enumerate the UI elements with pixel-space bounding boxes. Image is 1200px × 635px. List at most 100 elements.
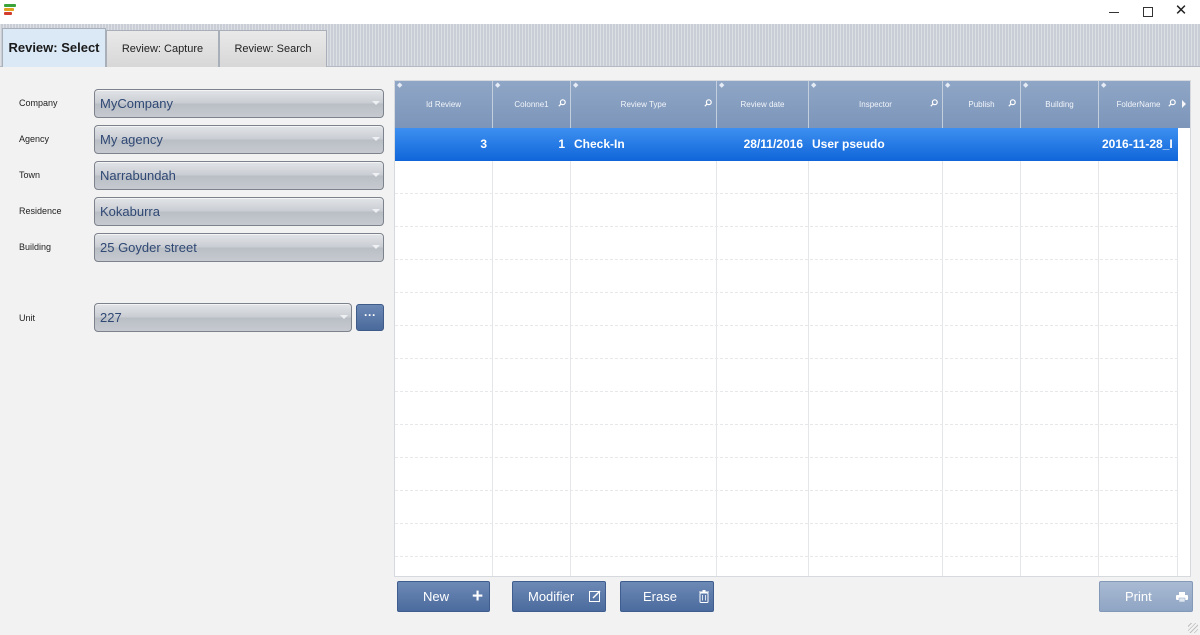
building-value: 25 Goyder street — [100, 240, 197, 255]
close-button[interactable]: ✕ — [1163, 0, 1199, 24]
building-label: Building — [19, 242, 52, 252]
sort-icon: ◆ — [811, 82, 817, 89]
town-select[interactable]: Narrabundah — [94, 161, 384, 190]
building-select[interactable]: 25 Goyder street — [94, 233, 384, 262]
minimize-button[interactable] — [1096, 0, 1132, 24]
column-header-id-review[interactable]: ◆ Id Review — [395, 81, 493, 128]
resize-grip-icon[interactable] — [1188, 623, 1198, 633]
grid-header: ◆ Id Review ◆ Colonne1 ◆ Review Type ◆ R… — [395, 81, 1190, 128]
close-icon: ✕ — [1174, 2, 1188, 19]
table-row-empty[interactable] — [395, 194, 1178, 227]
search-icon[interactable] — [930, 99, 938, 107]
table-row-empty[interactable] — [395, 392, 1178, 425]
minimize-icon — [1109, 11, 1119, 13]
company-select[interactable]: MyCompany — [94, 89, 384, 118]
company-value: MyCompany — [100, 96, 173, 111]
town-value: Narrabundah — [100, 168, 176, 183]
sort-icon: ◆ — [1023, 82, 1029, 89]
tab-review-search[interactable]: Review: Search — [219, 30, 327, 67]
tab-review-capture[interactable]: Review: Capture — [106, 30, 219, 67]
title-bar: ✕ — [0, 0, 1200, 24]
table-row-empty[interactable] — [395, 524, 1178, 557]
column-header-label: Publish — [968, 100, 995, 109]
column-header-label: Colonne1 — [514, 100, 549, 109]
search-icon[interactable] — [558, 99, 566, 107]
residence-label: Residence — [19, 206, 62, 216]
column-header-label: FolderName — [1116, 100, 1161, 109]
maximize-button[interactable] — [1130, 0, 1166, 24]
table-row[interactable]: 3 1 Check-In 28/11/2016 User pseudo 2016… — [395, 128, 1178, 161]
table-row-empty[interactable] — [395, 260, 1178, 293]
cell-review-date: 28/11/2016 — [743, 137, 803, 151]
print-button[interactable]: Print — [1099, 581, 1193, 612]
sort-icon: ◆ — [495, 82, 501, 89]
sort-icon: ◆ — [573, 82, 579, 89]
column-header-label: Inspector — [859, 100, 892, 109]
residence-select[interactable]: Kokaburra — [94, 197, 384, 226]
column-header-publish[interactable]: ◆ Publish — [943, 81, 1021, 128]
table-row-empty[interactable] — [395, 293, 1178, 326]
print-button-label: Print — [1125, 589, 1152, 604]
new-button[interactable]: New + — [397, 581, 490, 612]
ellipsis-icon: ··· — [364, 308, 376, 322]
column-header-foldername[interactable]: ◆ FolderName — [1099, 81, 1190, 128]
chevron-down-icon — [340, 315, 348, 319]
sort-icon: ◆ — [397, 82, 403, 89]
edit-icon — [589, 590, 601, 602]
search-icon[interactable] — [1168, 99, 1176, 107]
printer-icon — [1176, 592, 1188, 602]
app-logo-icon — [4, 4, 18, 18]
tab-review-select[interactable]: Review: Select — [2, 28, 106, 67]
column-header-label: Review Type — [620, 100, 667, 109]
table-row-empty[interactable] — [395, 326, 1178, 359]
tab-strip: Review: Select Review: Capture Review: S… — [0, 24, 1200, 67]
plus-icon: + — [472, 586, 484, 607]
chevron-down-icon — [372, 137, 380, 141]
table-row-empty[interactable] — [395, 359, 1178, 392]
table-row-empty[interactable] — [395, 227, 1178, 260]
table-row-empty[interactable] — [395, 161, 1178, 194]
chevron-down-icon — [372, 101, 380, 105]
erase-button[interactable]: Erase — [620, 581, 714, 612]
cell-inspector: User pseudo — [812, 137, 885, 151]
column-header-colonne1[interactable]: ◆ Colonne1 — [493, 81, 571, 128]
modifier-button[interactable]: Modifier — [512, 581, 606, 612]
trash-icon — [699, 590, 709, 603]
cell-publish — [943, 128, 1020, 161]
column-header-building[interactable]: ◆ Building — [1021, 81, 1099, 128]
chevron-down-icon — [372, 173, 380, 177]
table-row-empty[interactable] — [395, 491, 1178, 524]
new-button-label: New — [423, 589, 450, 604]
cell-folder-name: 2016-11-28_I — [1102, 137, 1173, 151]
cell-review-type: Check-In — [574, 137, 625, 151]
column-header-label: Building — [1045, 100, 1074, 109]
column-header-review-date[interactable]: ◆ Review date — [717, 81, 809, 128]
column-header-review-type[interactable]: ◆ Review Type — [571, 81, 717, 128]
town-label: Town — [19, 170, 41, 180]
search-icon[interactable] — [704, 99, 712, 107]
table-row-empty[interactable] — [395, 458, 1178, 491]
company-label: Company — [19, 98, 58, 108]
scroll-right-icon[interactable] — [1182, 100, 1186, 108]
chevron-down-icon — [372, 209, 380, 213]
agency-select[interactable]: My agency — [94, 125, 384, 154]
residence-value: Kokaburra — [100, 204, 160, 219]
sort-icon: ◆ — [719, 82, 725, 89]
table-row-empty[interactable] — [395, 425, 1178, 458]
cell-colonne1: 1 — [558, 137, 565, 151]
cell-id-review: 3 — [480, 137, 487, 151]
unit-select[interactable]: 227 — [94, 303, 352, 332]
unit-label: Unit — [19, 313, 36, 323]
sort-icon: ◆ — [1101, 82, 1107, 89]
column-header-label: Id Review — [425, 100, 462, 109]
search-icon[interactable] — [1008, 99, 1016, 107]
agency-label: Agency — [19, 134, 50, 144]
column-header-inspector[interactable]: ◆ Inspector — [809, 81, 943, 128]
erase-button-label: Erase — [643, 589, 677, 604]
unit-more-button[interactable]: ··· — [356, 304, 384, 331]
maximize-icon — [1143, 7, 1153, 18]
cell-building — [1021, 128, 1098, 161]
modifier-button-label: Modifier — [528, 589, 575, 604]
reviews-grid[interactable]: ◆ Id Review ◆ Colonne1 ◆ Review Type ◆ R… — [394, 80, 1191, 577]
column-header-label: Review date — [740, 100, 785, 109]
